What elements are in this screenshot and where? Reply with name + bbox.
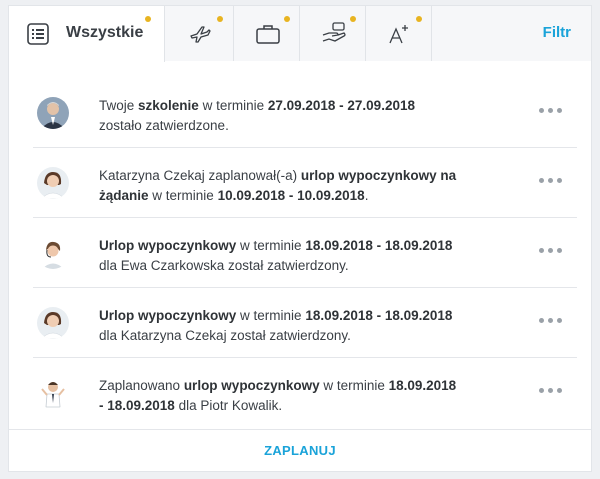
notification-text: Twoje szkolenie w terminie 27.09.2018 - … <box>99 98 415 133</box>
more-options-button[interactable] <box>539 178 563 186</box>
tab-all-label: Wszystkie <box>66 24 144 41</box>
filter-button[interactable]: Filtr <box>543 24 571 41</box>
tab-work-indicator <box>284 16 290 22</box>
more-options-button[interactable] <box>539 108 563 116</box>
notification-item[interactable]: Twoje szkolenie w terminie 27.09.2018 - … <box>9 78 591 148</box>
notification-item[interactable]: Urlop wypoczynkowy w terminie 18.09.2018… <box>9 288 591 358</box>
avatar <box>37 167 69 199</box>
avatar <box>37 237 69 269</box>
plan-button[interactable]: ZAPLANUJ <box>9 443 591 458</box>
list-icon <box>27 23 49 45</box>
tab-training[interactable] <box>366 6 432 61</box>
tab-trips-indicator <box>217 16 223 22</box>
more-options-button[interactable] <box>539 248 563 256</box>
tab-all[interactable]: Wszystkie <box>9 6 165 62</box>
more-options-button[interactable] <box>539 318 563 326</box>
tab-work[interactable] <box>234 6 300 61</box>
tab-business-trips[interactable] <box>165 6 234 61</box>
tab-benefits[interactable] <box>300 6 366 61</box>
notification-text: Urlop wypoczynkowy w terminie 18.09.2018… <box>99 308 453 343</box>
avatar <box>37 307 69 339</box>
notifications-panel: Wszystkie Filtr Twoje szkolenie w termin… <box>8 5 592 472</box>
tab-training-indicator <box>416 16 422 22</box>
notification-item[interactable]: Katarzyna Czekaj zaplanował(-a) urlop wy… <box>9 148 591 218</box>
text-size-icon <box>389 25 408 44</box>
tab-bar: Wszystkie Filtr <box>9 6 591 62</box>
notification-item[interactable]: Urlop wypoczynkowy w terminie 18.09.2018… <box>9 218 591 288</box>
briefcase-icon <box>256 25 280 44</box>
notification-text: Katarzyna Czekaj zaplanował(-a) urlop wy… <box>99 168 457 203</box>
avatar <box>37 97 69 129</box>
notification-item[interactable]: Zaplanowano urlop wypoczynkowy w termini… <box>9 358 591 428</box>
tab-benefits-indicator <box>350 16 356 22</box>
plane-icon <box>190 26 211 43</box>
panel-footer: ZAPLANUJ <box>9 429 591 471</box>
avatar <box>37 377 69 409</box>
tab-all-indicator <box>145 16 151 22</box>
notification-text: Zaplanowano urlop wypoczynkowy w termini… <box>99 378 457 413</box>
more-options-button[interactable] <box>539 388 563 396</box>
notification-text: Urlop wypoczynkowy w terminie 18.09.2018… <box>99 238 453 273</box>
hand-coin-icon <box>322 22 346 42</box>
